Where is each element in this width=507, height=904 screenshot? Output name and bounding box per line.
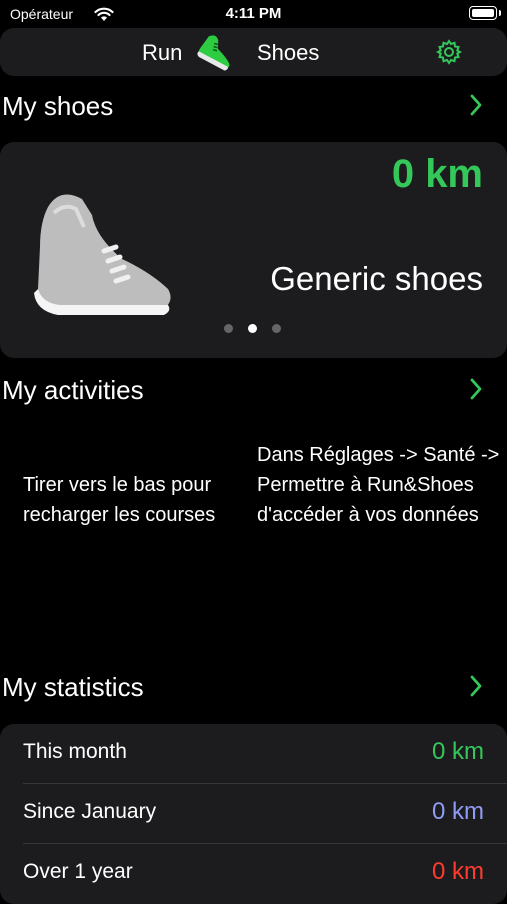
battery-icon (469, 6, 501, 20)
my-shoes-chevron-icon[interactable] (468, 93, 484, 122)
stat-row-this-month[interactable]: This month 0 km (0, 724, 507, 783)
page-dot[interactable] (224, 324, 233, 333)
my-shoes-title: My shoes (2, 91, 114, 121)
stat-label: This month (23, 740, 127, 763)
my-activities-chevron-icon[interactable] (468, 377, 484, 406)
stat-row-over-1-year[interactable]: Over 1 year 0 km (0, 844, 507, 903)
status-time: 4:11 PM (225, 5, 282, 22)
shoe-card[interactable]: 0 km Generic shoes (0, 142, 507, 358)
navigation-bar: Run Shoes (0, 28, 507, 76)
statistics-list: This month 0 km Since January 0 km Over … (0, 724, 507, 904)
stat-label: Since January (23, 800, 157, 823)
status-bar: Opérateur 4:11 PM (0, 0, 507, 30)
stat-row-since-january[interactable]: Since January 0 km (0, 784, 507, 843)
shoe-icon (30, 177, 175, 327)
shoe-distance: 0 km (391, 152, 483, 196)
page-indicator[interactable] (224, 320, 296, 338)
page-dot[interactable] (272, 324, 281, 333)
my-statistics-title: My statistics (2, 672, 144, 702)
shoe-name: Generic shoes (270, 260, 483, 297)
activities-permission-hint-container: Dans Réglages -> Santé -> Permettre à Ru… (257, 440, 507, 538)
running-shoe-icon (194, 32, 240, 79)
stat-label: Over 1 year (23, 860, 133, 883)
app-title-run: Run (142, 40, 183, 65)
activities-permission-hint: Dans Réglages -> Santé -> Permettre à Ru… (257, 444, 500, 526)
app-title-shoes: Shoes (257, 40, 320, 65)
my-activities-title: My activities (2, 375, 144, 405)
stat-value: 0 km (431, 858, 484, 885)
my-statistics-chevron-icon[interactable] (468, 674, 484, 703)
activities-pull-hint: Tirer vers le bas pour recharger les cou… (23, 474, 216, 526)
page-dot-active[interactable] (248, 324, 257, 333)
gear-icon[interactable] (435, 39, 463, 70)
stat-value: 0 km (431, 798, 484, 825)
stat-value: 0 km (431, 738, 484, 765)
